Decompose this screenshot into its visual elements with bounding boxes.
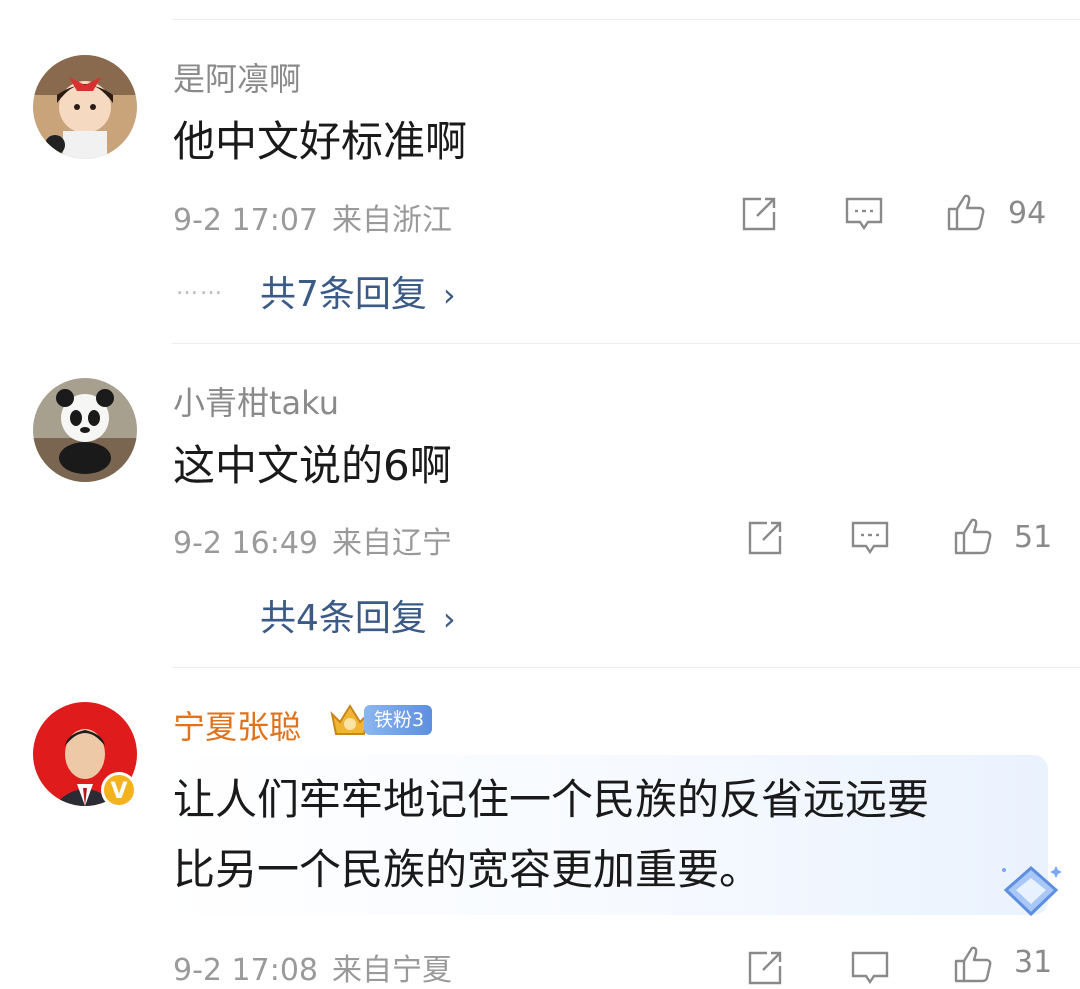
chevron-right-icon: ›	[442, 600, 456, 638]
avatar[interactable]	[33, 378, 137, 482]
divider	[172, 19, 1080, 20]
comment-date: 9-2 17:07	[173, 203, 318, 238]
comment-text-line1: 让人们牢牢地记住一个民族的反省远远要	[173, 775, 930, 824]
avatar[interactable]	[33, 55, 137, 159]
reply-dots: ……	[176, 275, 224, 300]
view-replies-link[interactable]: 共4条回复 ›	[260, 589, 456, 641]
divider	[172, 667, 1080, 668]
fan-badge[interactable]: 铁粉3	[328, 704, 433, 735]
comment-location: 来自浙江	[332, 203, 452, 238]
like-count: 94	[1008, 196, 1047, 231]
fan-badge-label: 铁粉3	[364, 705, 433, 735]
comment-text-line2: 比另一个民族的宽容更加重要。	[173, 845, 762, 894]
comment-icon[interactable]	[844, 194, 884, 234]
replies-label: 共7条回复	[260, 274, 427, 315]
comment-meta: 9-2 17:07 来自浙江	[173, 195, 452, 239]
share-icon[interactable]	[739, 194, 779, 234]
share-icon[interactable]	[745, 518, 785, 558]
thumbs-up-icon[interactable]	[953, 516, 993, 556]
like-count: 31	[1014, 945, 1053, 980]
like-count: 51	[1014, 520, 1053, 555]
comment-date: 9-2 16:49	[173, 526, 318, 561]
username[interactable]: 宁夏张聪	[173, 702, 301, 748]
comment-meta: 9-2 16:49 来自辽宁	[173, 518, 452, 562]
thumbs-up-icon[interactable]	[953, 944, 993, 984]
verified-badge-icon: V	[101, 772, 137, 808]
comment-text: 这中文说的6啊	[173, 441, 452, 490]
comment-meta: 9-2 17:08 来自宁夏	[173, 945, 452, 989]
thumbs-up-icon[interactable]	[946, 192, 986, 232]
share-icon[interactable]	[745, 948, 785, 988]
comment-text: 他中文好标准啊	[173, 117, 468, 166]
chevron-right-icon: ›	[442, 276, 456, 314]
username[interactable]: 小青柑taku	[173, 378, 339, 424]
divider	[172, 343, 1080, 344]
diamond-sparkle-icon	[1002, 866, 1062, 917]
view-replies-link[interactable]: 共7条回复 ›	[260, 265, 456, 317]
comment-icon[interactable]	[850, 518, 890, 558]
username[interactable]: 是阿凛啊	[173, 54, 301, 100]
comment-icon[interactable]	[850, 948, 890, 988]
comment-location: 来自辽宁	[332, 526, 452, 561]
replies-label: 共4条回复	[260, 598, 427, 639]
